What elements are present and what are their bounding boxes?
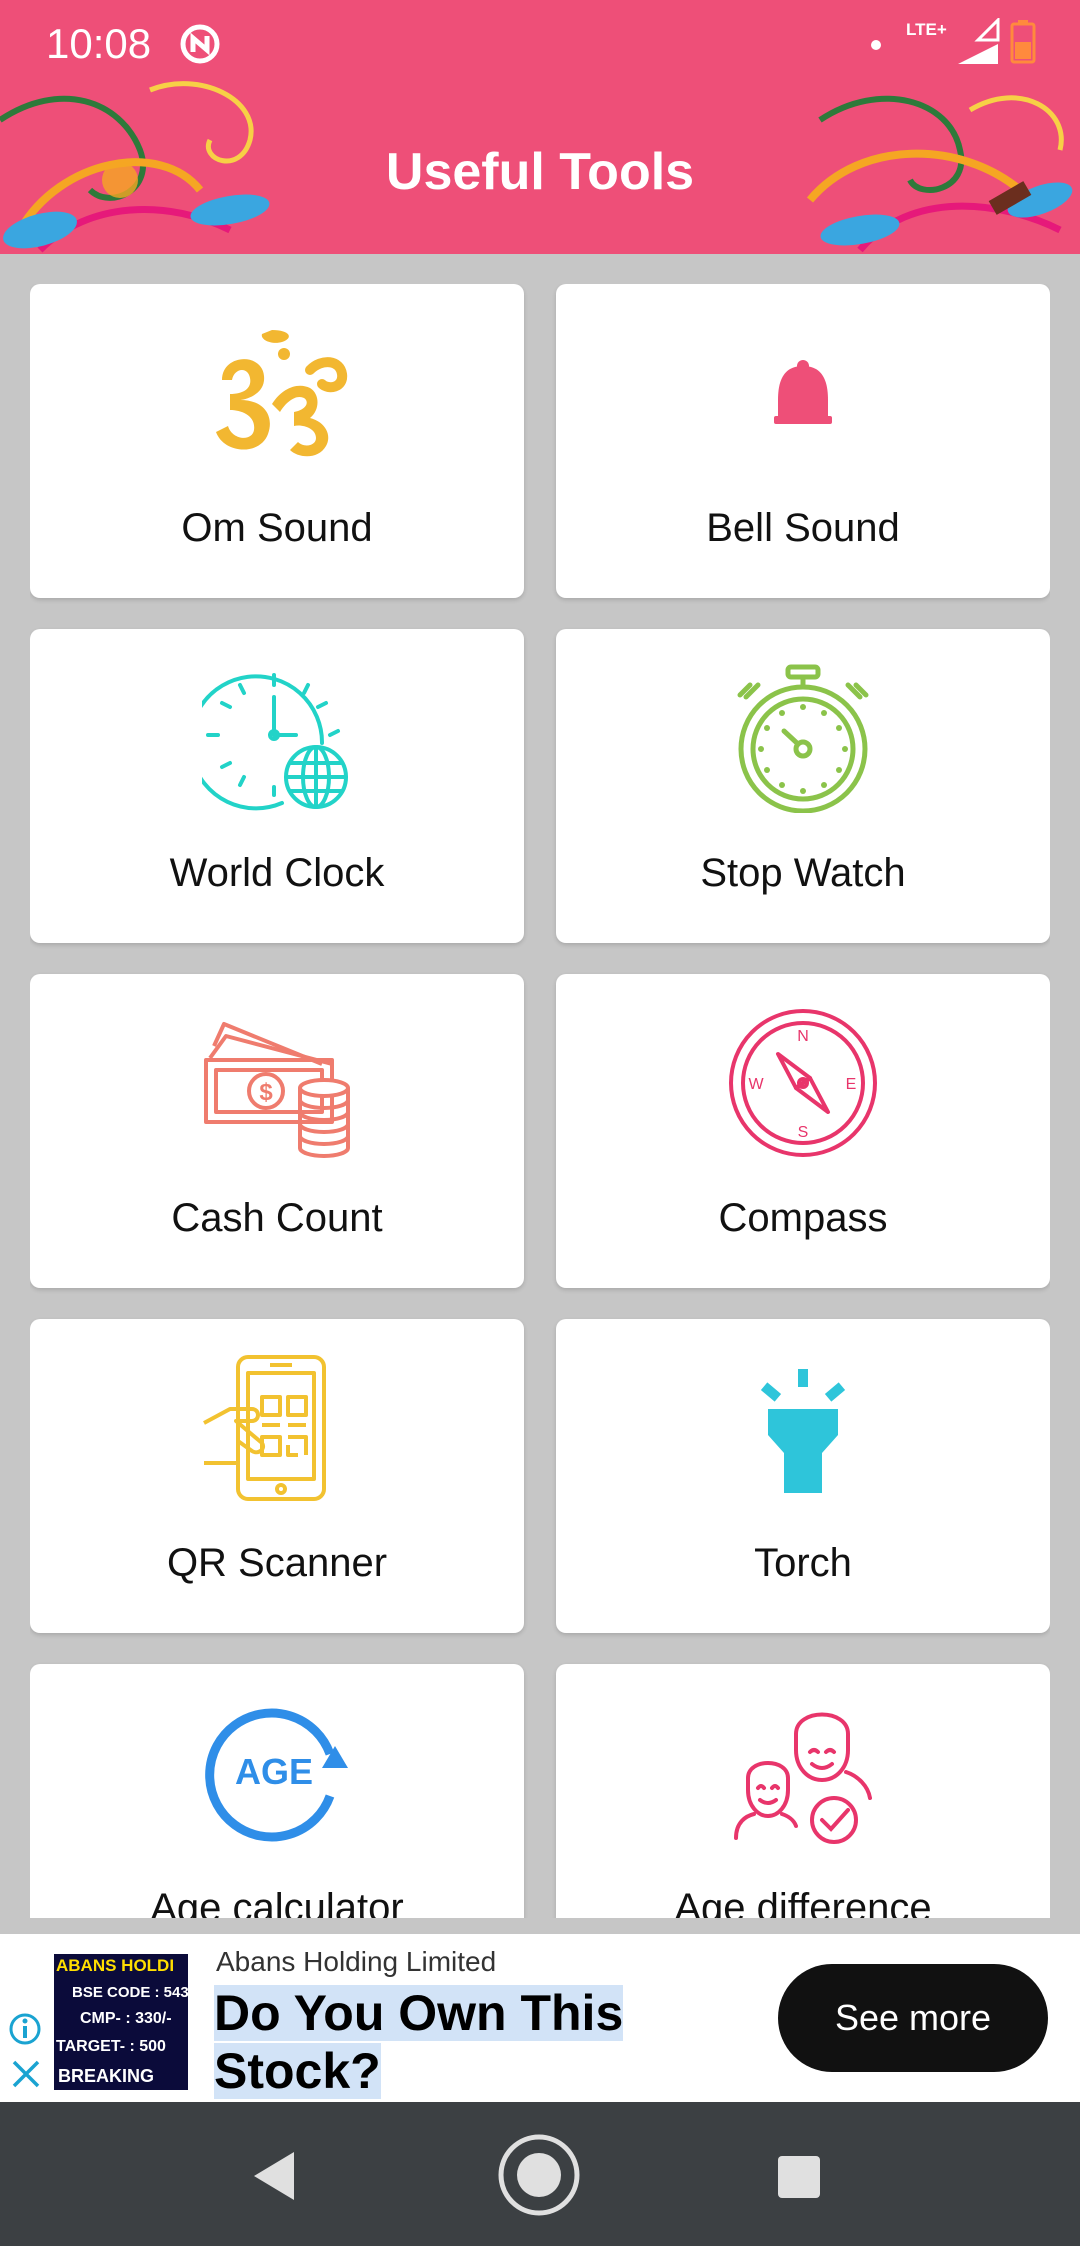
tool-label: Age difference: [674, 1886, 932, 1918]
compass-north: N: [797, 1028, 809, 1045]
ad-advertiser: Abans Holding Limited: [216, 1946, 497, 1977]
age-icon: AGE: [205, 1708, 348, 1842]
tool-label: Torch: [754, 1541, 852, 1585]
tool-label: QR Scanner: [166, 1541, 388, 1585]
age-text: AGE: [235, 1751, 313, 1792]
tool-card-qr-scanner[interactable]: QR Scanner: [30, 1319, 524, 1633]
page-title: Useful Tools: [385, 143, 695, 201]
ad-headline-text: Do You Own This Stock?: [214, 1985, 624, 2099]
om-icon: [216, 330, 348, 457]
compass-east: E: [846, 1076, 857, 1093]
info-icon[interactable]: [8, 2012, 42, 2046]
qr-scanner-icon: [203, 1355, 326, 1501]
tool-card-world-clock[interactable]: World Clock: [30, 629, 524, 943]
system-navigation-bar: [0, 2102, 1080, 2246]
compass-south: S: [798, 1124, 809, 1141]
ad-thumb-line: TARGET- : 500: [56, 2038, 166, 2055]
tools-grid: Om Sound Bell Sound World Clock Stop Wat…: [30, 284, 1050, 1918]
network-type: LTE+: [906, 20, 947, 39]
compass-icon: N S E W: [729, 1009, 877, 1157]
tool-card-age-calculator[interactable]: AGE Age calculator: [30, 1664, 524, 1918]
ad-thumb-line: BREAKING: [58, 2066, 155, 2086]
battery-icon: [1010, 20, 1036, 64]
torch-icon: [760, 1369, 846, 1493]
tool-label: Cash Count: [171, 1196, 383, 1240]
app-notification-icon: [180, 24, 220, 64]
tool-label: Compass: [718, 1196, 888, 1240]
people-icon: [734, 1712, 872, 1844]
stopwatch-icon: [737, 664, 869, 813]
close-icon[interactable]: [10, 2058, 42, 2090]
bell-icon: [774, 360, 832, 424]
dollar-symbol: $: [259, 1079, 273, 1106]
tool-card-compass[interactable]: N S E W Compass: [556, 974, 1050, 1288]
tool-label: World Clock: [169, 851, 385, 895]
ad-thumb-line: BSE CODE : 543: [72, 1984, 188, 2001]
signal-icon: [958, 18, 1000, 64]
see-more-button[interactable]: See more: [778, 1964, 1048, 2072]
status-time: 10:08: [46, 20, 152, 67]
app-header: 10:08 LTE+ Useful Tools: [0, 0, 1080, 254]
ad-thumbnail: ABANS HOLDI BSE CODE : 543 CMP- : 330/- …: [54, 1954, 188, 2090]
tool-label: Stop Watch: [700, 851, 906, 895]
ad-thumb-line: ABANS HOLDI: [56, 1956, 175, 1975]
ad-banner[interactable]: ABANS HOLDI BSE CODE : 543 CMP- : 330/- …: [0, 1934, 1080, 2102]
cash-icon: $: [204, 1022, 350, 1158]
tool-card-om-sound[interactable]: Om Sound: [30, 284, 524, 598]
ad-thumb-line: CMP- : 330/-: [80, 2010, 172, 2027]
tool-card-stop-watch[interactable]: Stop Watch: [556, 629, 1050, 943]
tool-card-age-difference[interactable]: Age difference: [556, 1664, 1050, 1918]
tool-card-bell-sound[interactable]: Bell Sound: [556, 284, 1050, 598]
world-clock-icon: [202, 673, 348, 811]
ad-headline[interactable]: Do You Own This Stock?: [214, 1984, 634, 2100]
tool-label: Bell Sound: [706, 506, 900, 550]
tool-card-cash-count[interactable]: $ Cash Count: [30, 974, 524, 1288]
compass-west: W: [748, 1076, 764, 1093]
tool-label: Om Sound: [181, 506, 373, 550]
home-icon[interactable]: [496, 2132, 582, 2218]
notification-dot-icon: [871, 40, 881, 50]
recent-apps-icon[interactable]: [776, 2154, 822, 2200]
back-icon[interactable]: [250, 2150, 298, 2202]
tool-label: Age calculator: [150, 1886, 404, 1918]
tool-card-torch[interactable]: Torch: [556, 1319, 1050, 1633]
